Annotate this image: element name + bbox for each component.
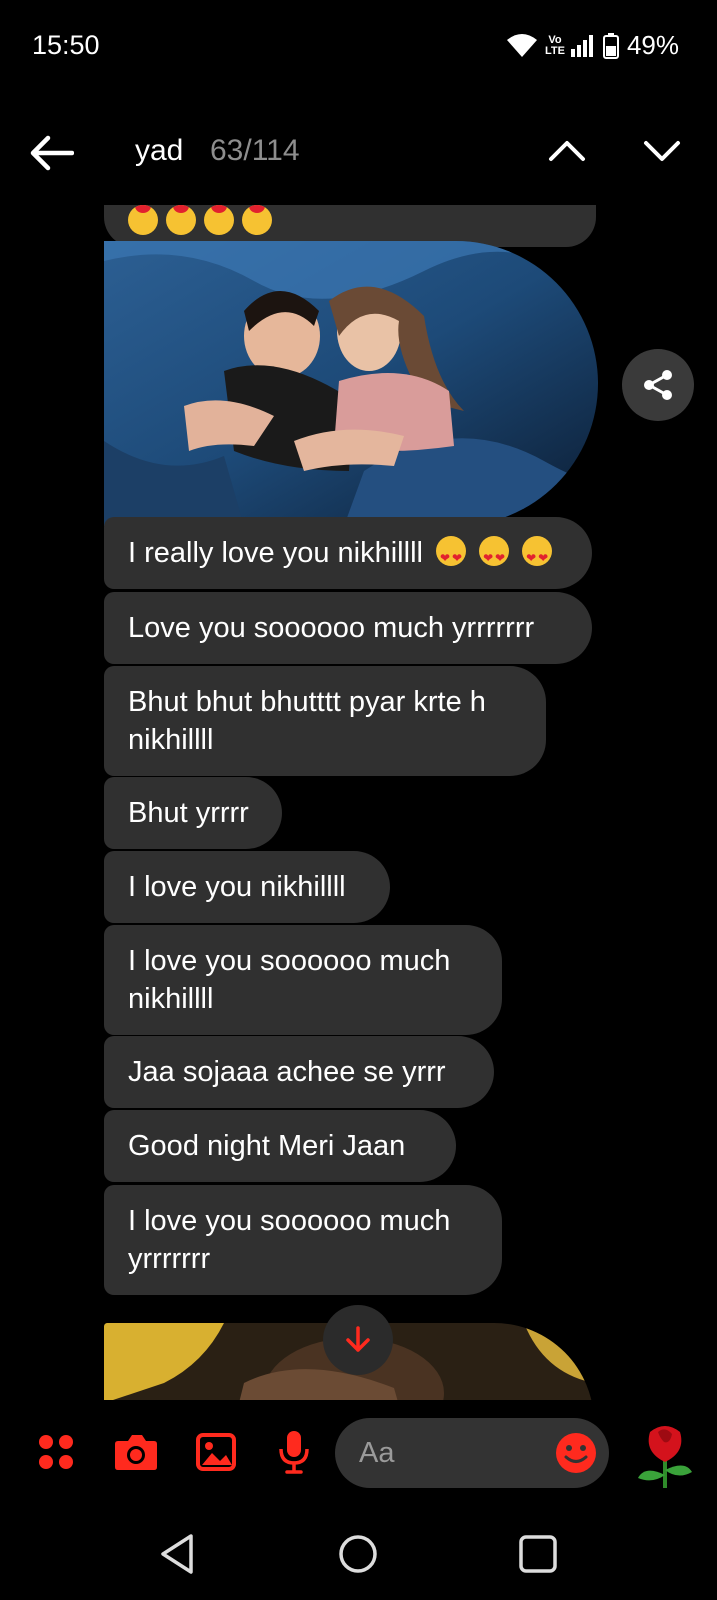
message-bubble[interactable]: I love you nikhillll <box>104 851 390 923</box>
message-text: Bhut yrrrr <box>128 797 249 829</box>
message-text: Jaa sojaaa achee se yrrr <box>128 1056 446 1088</box>
back-triangle-icon[interactable] <box>155 1530 203 1578</box>
message-text: Bhut bhut bhutttt pyar krte h nikhillll <box>128 686 486 756</box>
rose-icon[interactable] <box>630 1420 700 1490</box>
message-bubble[interactable]: Bhut bhut bhutttt pyar krte h nikhillll <box>104 666 546 776</box>
heart-eyes-emoji-icon <box>522 536 553 577</box>
scroll-to-bottom-button[interactable] <box>323 1305 393 1375</box>
message-text: I love you nikhillll <box>128 871 346 903</box>
search-bar: yad 63/114 <box>0 118 717 188</box>
message-bubble[interactable]: Bhut yrrrr <box>104 777 282 849</box>
composer-bar <box>0 1400 717 1510</box>
arrow-down-icon <box>346 1326 370 1352</box>
message-text: Good night Meri Jaan <box>128 1130 406 1162</box>
status-bar: 15:50 Vo LTE 49% <box>0 0 717 95</box>
signal-icon <box>570 34 593 57</box>
message-bubble[interactable]: Jaa sojaaa achee se yrrr <box>104 1036 494 1108</box>
heart-eyes-emoji-icon <box>479 536 510 577</box>
grid-menu-icon[interactable] <box>30 1426 82 1478</box>
volte-bottom: LTE <box>544 44 565 57</box>
status-time: 15:50 <box>32 30 100 60</box>
microphone-icon[interactable] <box>268 1426 320 1478</box>
message-bubble[interactable]: Good night Meri Jaan <box>104 1110 456 1182</box>
arrow-left-icon[interactable] <box>28 133 74 173</box>
status-icons: Vo LTE 49% <box>506 30 679 61</box>
heart-eyes-emoji-icon <box>166 205 196 235</box>
battery-percent: 49% <box>626 30 679 60</box>
share-icon <box>644 370 672 400</box>
search-term: yad <box>135 134 184 167</box>
message-bubble[interactable]: I love you soooooo much yrrrrrrr <box>104 1185 502 1295</box>
grinning-emoji-icon <box>204 205 234 235</box>
volte-top: Vo <box>548 33 562 46</box>
kissing-emoji-icon <box>242 205 272 235</box>
message-bubble[interactable]: Love you soooooo much yrrrrrrr <box>104 592 592 664</box>
message-text: I love you soooooo much nikhillll <box>128 945 451 1015</box>
emoji-row <box>128 205 272 235</box>
system-navigation-bar <box>0 1510 717 1600</box>
camera-icon[interactable] <box>110 1426 162 1478</box>
laughing-emoji-icon <box>128 205 158 235</box>
message-input[interactable] <box>357 1432 541 1474</box>
couple-photo-image <box>104 241 598 526</box>
gallery-icon[interactable] <box>190 1426 242 1478</box>
volte-indicator: Vo LTE <box>544 33 565 57</box>
recents-square-icon[interactable] <box>514 1530 562 1578</box>
chevron-up-icon[interactable] <box>548 132 586 170</box>
wifi-icon <box>506 33 537 57</box>
photo-message[interactable] <box>104 241 598 526</box>
battery-icon <box>602 32 619 59</box>
message-input-pill[interactable] <box>335 1418 609 1488</box>
chevron-down-icon[interactable] <box>643 132 681 170</box>
search-match-count: 63/114 <box>210 134 300 167</box>
message-text: Love you soooooo much yrrrrrrr <box>128 612 535 644</box>
message-bubble[interactable]: I love you soooooo much nikhillll <box>104 925 502 1035</box>
message-text: I really love you nikhillll <box>128 537 423 569</box>
home-circle-icon[interactable] <box>334 1530 382 1578</box>
heart-eyes-emoji-icon <box>436 536 467 577</box>
smiley-icon[interactable] <box>555 1432 597 1474</box>
share-button[interactable] <box>622 349 694 421</box>
message-text: I love you soooooo much yrrrrrrr <box>128 1205 451 1275</box>
message-list[interactable]: I really love you nikhillll Love you soo… <box>0 205 717 1400</box>
message-bubble[interactable]: I really love you nikhillll <box>104 517 592 589</box>
